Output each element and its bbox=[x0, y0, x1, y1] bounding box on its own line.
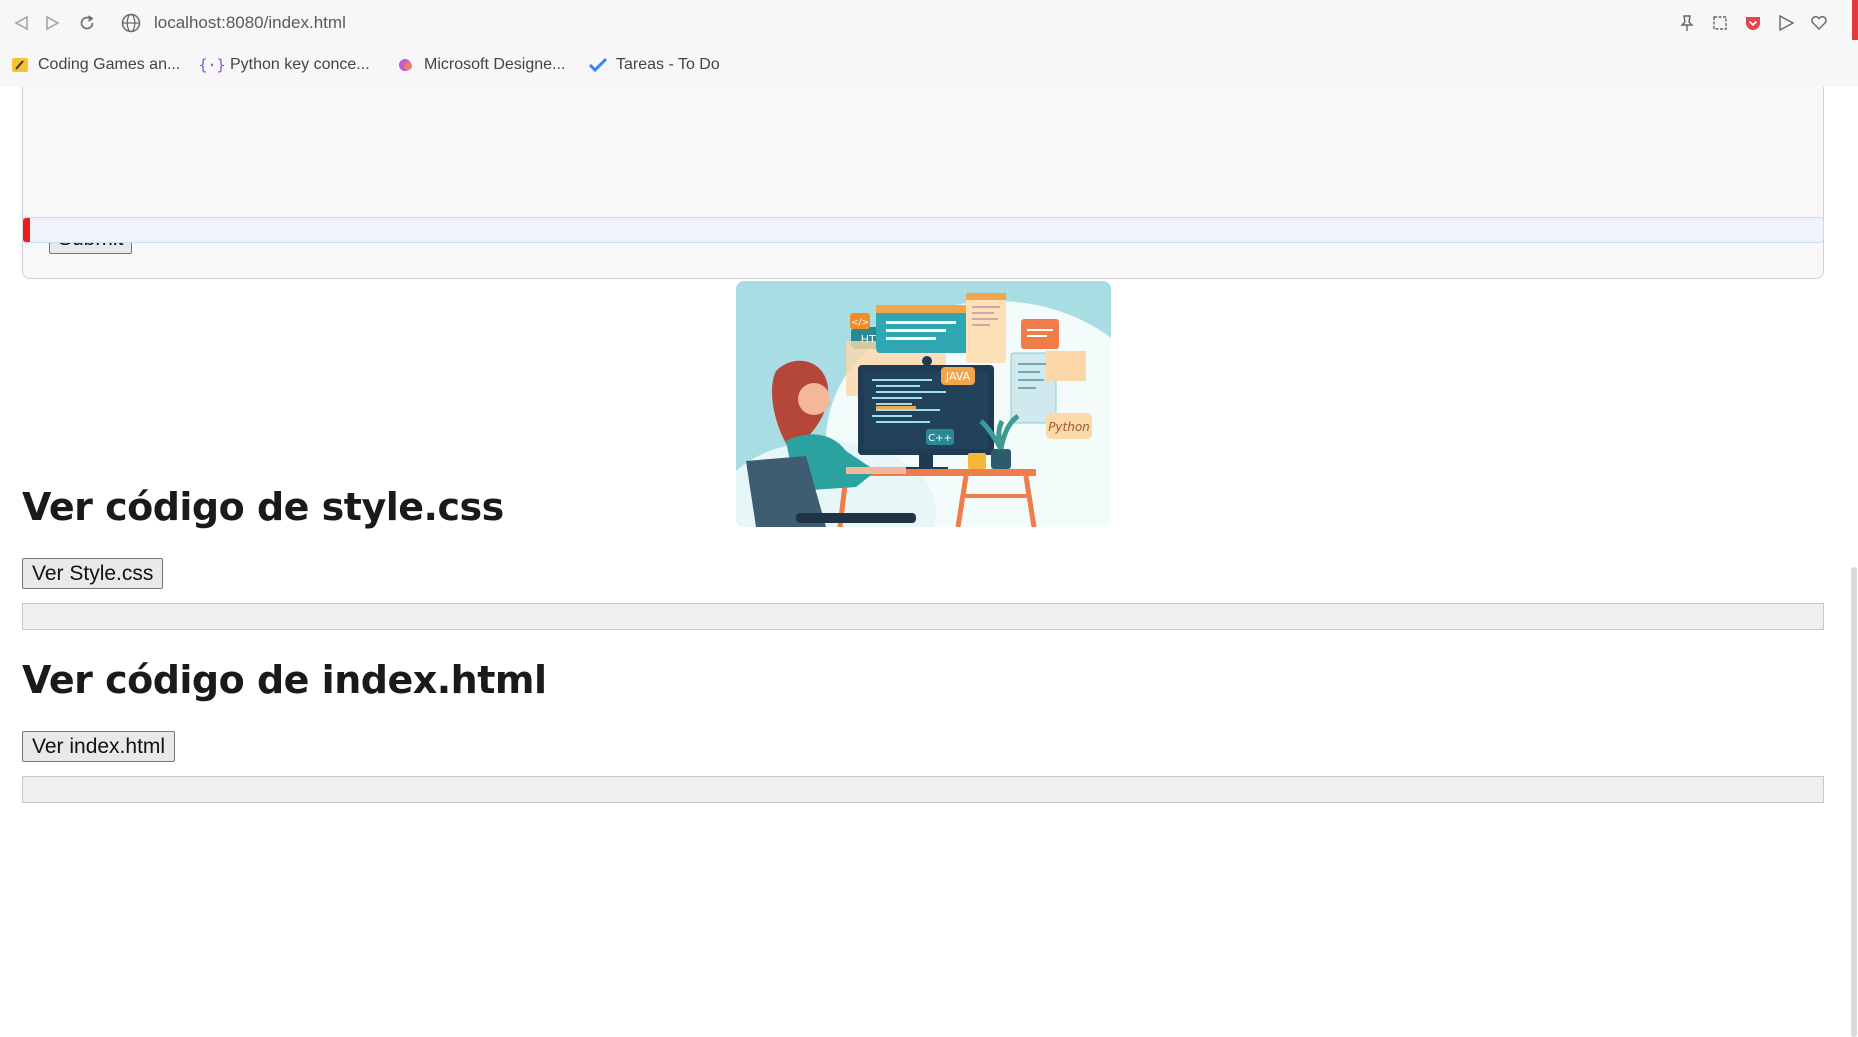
screenshot-button[interactable] bbox=[1709, 12, 1731, 34]
pocket-button[interactable] bbox=[1742, 12, 1764, 34]
globe-icon bbox=[121, 13, 141, 33]
back-button[interactable] bbox=[10, 12, 32, 34]
bookmarks-bar: Coding Games an... {·} Python key conce.… bbox=[0, 50, 1858, 80]
bookmark-python-key-concepts[interactable]: {·} Python key conce... bbox=[198, 54, 370, 76]
java-tag-label: JAVA bbox=[945, 370, 971, 383]
favorite-button[interactable] bbox=[1808, 12, 1830, 34]
page-content: Submit HTML </> bbox=[0, 87, 1858, 969]
crop-icon bbox=[1713, 16, 1727, 30]
cpp-tag-label: C++ bbox=[928, 433, 952, 444]
style-css-heading: Ver código de style.css bbox=[22, 485, 504, 529]
coding-games-icon bbox=[10, 55, 30, 75]
forward-arrow-icon bbox=[46, 15, 60, 31]
bookmark-label: Coding Games an... bbox=[38, 56, 181, 73]
heart-icon bbox=[1811, 16, 1827, 30]
index-html-heading: Ver código de index.html bbox=[22, 658, 547, 702]
pocket-icon bbox=[1746, 17, 1760, 30]
browser-toolbar: localhost:8080/index.html bbox=[0, 0, 1858, 46]
view-style-css-button[interactable]: Ver Style.css bbox=[22, 558, 164, 589]
reload-icon bbox=[80, 15, 94, 30]
style-css-code-box bbox=[22, 603, 1824, 630]
back-arrow-icon bbox=[14, 15, 28, 31]
window-edge-accent bbox=[1852, 0, 1858, 40]
forward-button[interactable] bbox=[42, 12, 64, 34]
bookmark-microsoft-designer[interactable]: Microsoft Designe... bbox=[396, 54, 565, 76]
reload-button[interactable] bbox=[76, 12, 98, 34]
contact-form: Submit bbox=[22, 87, 1824, 279]
bookmark-label: Python key conce... bbox=[230, 56, 370, 73]
address-bar[interactable]: localhost:8080/index.html bbox=[154, 12, 346, 34]
vertical-scrollbar[interactable] bbox=[1850, 87, 1858, 1037]
bookmark-label: Microsoft Designe... bbox=[424, 56, 566, 73]
bookmark-coding-games[interactable]: Coding Games an... bbox=[10, 54, 180, 76]
browser-chrome: localhost:8080/index.html Coding Games a… bbox=[0, 0, 1858, 87]
microsoft-designer-icon bbox=[396, 55, 416, 75]
send-button[interactable] bbox=[1775, 12, 1797, 34]
pin-button[interactable] bbox=[1676, 12, 1698, 34]
pin-icon bbox=[1680, 15, 1694, 31]
send-icon bbox=[1779, 14, 1795, 32]
scrollbar-thumb[interactable] bbox=[1851, 567, 1857, 1037]
python-tag-label: Python bbox=[1048, 420, 1090, 434]
view-index-html-button[interactable]: Ver index.html bbox=[22, 731, 176, 762]
bookmark-tareas-to-do[interactable]: Tareas - To Do bbox=[588, 54, 720, 76]
curly-braces-icon: {·} bbox=[198, 56, 226, 74]
bookmark-label: Tareas - To Do bbox=[616, 56, 720, 73]
index-html-code-box bbox=[22, 776, 1824, 803]
developer-illustration: HTML </> Python bbox=[736, 281, 1111, 527]
todo-check-icon bbox=[588, 55, 608, 75]
progress-bar bbox=[22, 217, 1824, 243]
progress-fill bbox=[23, 218, 31, 242]
svg-text:</>: </> bbox=[851, 318, 869, 328]
